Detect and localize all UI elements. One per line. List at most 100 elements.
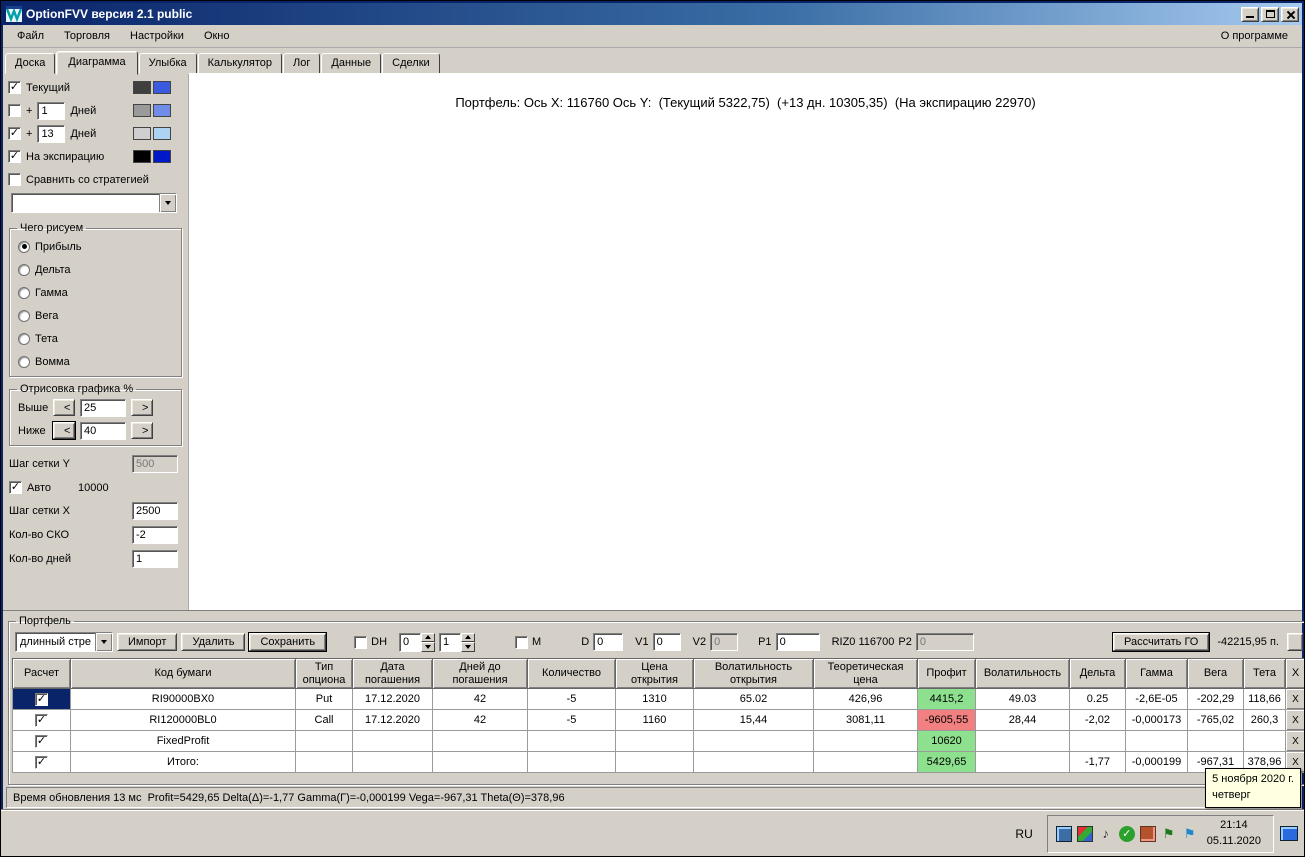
column-header[interactable]: Цена открытия: [615, 658, 694, 689]
column-header[interactable]: Волатильность: [975, 658, 1070, 689]
row-checkbox[interactable]: [35, 734, 48, 748]
current-line-checkbox[interactable]: [8, 81, 21, 94]
plus1-color-swatch-2[interactable]: [153, 104, 171, 117]
row-delete-button[interactable]: X: [1285, 709, 1304, 731]
grid-step-y-input[interactable]: [132, 455, 178, 473]
radio-gamma[interactable]: [18, 286, 30, 299]
auto-grid-checkbox[interactable]: [9, 481, 22, 494]
column-header[interactable]: X: [1285, 658, 1304, 689]
plus13-color-swatch-2[interactable]: [153, 127, 171, 140]
tab-kalkulyator[interactable]: Калькулятор: [197, 53, 283, 74]
plus13-days-input[interactable]: [37, 124, 66, 143]
menu-trading[interactable]: Торговля: [54, 27, 120, 45]
dh-checkbox[interactable]: [354, 635, 368, 649]
tray-flag-blue-icon[interactable]: ⚑: [1182, 826, 1198, 842]
tab-doska[interactable]: Доска: [5, 53, 56, 74]
row-calc-cell[interactable]: [12, 688, 71, 710]
tray-package-icon[interactable]: [1076, 825, 1093, 842]
radio-vega[interactable]: [18, 309, 30, 322]
dropdown-arrow-icon[interactable]: [95, 633, 112, 651]
days-count-input[interactable]: [132, 550, 178, 568]
current-color-swatch-1[interactable]: [133, 81, 151, 94]
sko-count-input[interactable]: [132, 526, 178, 544]
above-decrease-button[interactable]: <: [53, 399, 75, 416]
column-header[interactable]: Дней до погашения: [432, 658, 528, 689]
expiration-color-swatch-1[interactable]: [133, 150, 151, 163]
tray-guard-icon[interactable]: [1139, 825, 1156, 842]
row-checkbox[interactable]: [35, 755, 48, 769]
expiration-color-swatch-2[interactable]: [153, 150, 171, 163]
clock[interactable]: 21:14 05.11.2020: [1203, 818, 1265, 849]
calc-margin-button[interactable]: Рассчитать ГО: [1112, 632, 1211, 652]
below-increase-button[interactable]: >: [131, 422, 153, 439]
column-header[interactable]: Вега: [1187, 658, 1244, 689]
plus1-color-swatch-1[interactable]: [133, 104, 151, 117]
down-arrow-icon[interactable]: [421, 642, 436, 652]
column-header[interactable]: Волатильность открытия: [693, 658, 814, 689]
tray-display-icon[interactable]: [1055, 825, 1072, 842]
above-percent-input[interactable]: [80, 398, 126, 417]
plus13-color-swatch-1[interactable]: [133, 127, 151, 140]
up-arrow-icon[interactable]: [421, 632, 436, 642]
minimize-button[interactable]: [1241, 6, 1259, 22]
column-header[interactable]: Теоретическая цена: [813, 658, 918, 689]
dropdown-arrow-icon[interactable]: [159, 194, 176, 212]
import-button[interactable]: Импорт: [117, 633, 178, 651]
row-calc-cell[interactable]: [12, 709, 71, 731]
tab-ulybka[interactable]: Улыбка: [138, 53, 197, 74]
strategy-select[interactable]: длинный стре: [15, 632, 113, 652]
more-options-button[interactable]: [1287, 633, 1303, 651]
below-decrease-button[interactable]: <: [52, 421, 76, 440]
tab-dannye[interactable]: Данные: [321, 53, 382, 74]
compare-strategy-select[interactable]: [11, 193, 177, 213]
down-arrow-icon[interactable]: [461, 642, 476, 652]
row-delete-button[interactable]: X: [1285, 688, 1304, 710]
tray-volume-icon[interactable]: ♪: [1098, 826, 1114, 842]
column-header[interactable]: Тета: [1243, 658, 1286, 689]
language-indicator[interactable]: RU: [1007, 823, 1040, 845]
row-calc-cell[interactable]: [12, 751, 71, 773]
column-header[interactable]: Дата погашения: [352, 658, 433, 689]
expiration-line-checkbox[interactable]: [8, 150, 21, 163]
column-header[interactable]: Гамма: [1125, 658, 1188, 689]
delete-button[interactable]: Удалить: [181, 633, 246, 651]
menu-file[interactable]: Файл: [7, 27, 54, 45]
plus1-line-checkbox[interactable]: [8, 104, 21, 117]
column-header[interactable]: Код бумаги: [70, 658, 296, 689]
tab-log[interactable]: Лог: [283, 53, 321, 74]
above-increase-button[interactable]: >: [131, 399, 153, 416]
radio-vomma[interactable]: [18, 355, 30, 368]
compare-strategy-checkbox[interactable]: [8, 173, 21, 186]
menu-about[interactable]: О программе: [1211, 27, 1298, 45]
tab-diagramma[interactable]: Диаграмма: [56, 51, 138, 75]
menu-settings[interactable]: Настройки: [120, 27, 194, 45]
radio-delta[interactable]: [18, 263, 30, 276]
v2-input[interactable]: [710, 633, 739, 651]
dh-spinner-2-input[interactable]: [439, 632, 462, 652]
column-header[interactable]: Дельта: [1069, 658, 1126, 689]
tray-update-check-icon[interactable]: ✓: [1118, 825, 1135, 842]
dh-spinner-1-input[interactable]: [399, 632, 422, 652]
current-color-swatch-2[interactable]: [153, 81, 171, 94]
grid-step-x-input[interactable]: [132, 502, 178, 520]
below-percent-input[interactable]: [80, 421, 126, 440]
plus13-line-checkbox[interactable]: [8, 127, 21, 140]
d-input[interactable]: [593, 633, 624, 651]
tab-sdelki[interactable]: Сделки: [382, 53, 440, 74]
tray-flag-green-icon[interactable]: ⚑: [1161, 826, 1177, 842]
column-header[interactable]: Количество: [527, 658, 616, 689]
row-calc-cell[interactable]: [12, 730, 71, 752]
save-button[interactable]: Сохранить: [248, 632, 328, 652]
p2-input[interactable]: [915, 633, 974, 651]
column-header[interactable]: Расчет: [12, 658, 71, 689]
row-checkbox[interactable]: [35, 692, 48, 706]
display-settings-icon[interactable]: [1280, 826, 1298, 841]
row-checkbox[interactable]: [35, 713, 48, 727]
radio-profit[interactable]: [18, 240, 30, 253]
radio-theta[interactable]: [18, 332, 30, 345]
column-header[interactable]: Тип опциона: [295, 658, 353, 689]
up-arrow-icon[interactable]: [461, 632, 476, 642]
v1-input[interactable]: [652, 633, 681, 651]
menu-window[interactable]: Окно: [194, 27, 240, 45]
maximize-button[interactable]: [1261, 6, 1279, 22]
